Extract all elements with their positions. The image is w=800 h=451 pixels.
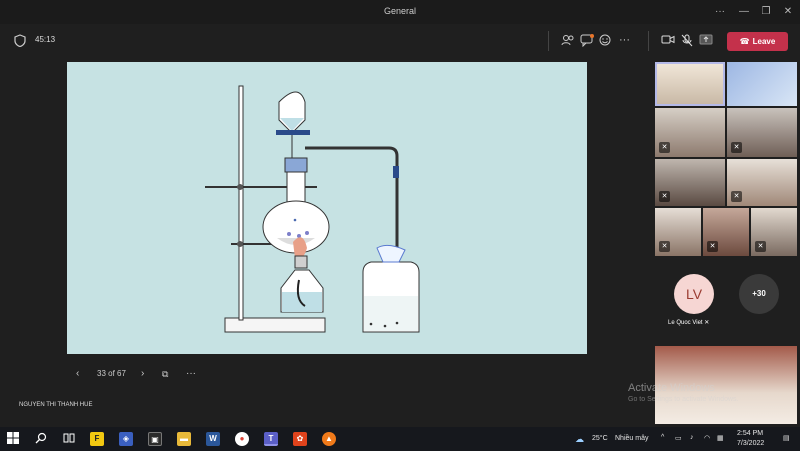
people-icon[interactable] — [561, 34, 575, 50]
muted-mic-icon: ✕ — [704, 320, 710, 326]
app-icon[interactable]: ▲ — [322, 432, 336, 446]
clock-date[interactable]: 7/3/2022 — [737, 440, 764, 447]
clock-time[interactable]: 2:54 PM — [737, 430, 763, 437]
close-icon[interactable]: ✕ — [781, 5, 795, 19]
teams-icon[interactable]: T — [264, 432, 278, 446]
participant-name: Le Quoc Viet ✕ — [668, 319, 709, 326]
video-tile[interactable]: ✕ — [655, 159, 725, 206]
window-title: General — [383, 6, 417, 16]
title-bar: General ··· — ❐ ✕ — [0, 0, 800, 24]
language-icon[interactable]: ▦ — [717, 434, 724, 442]
muted-mic-icon: ✕ — [731, 142, 742, 153]
leave-label: Leave — [752, 37, 776, 46]
next-slide-icon[interactable]: › — [141, 368, 144, 379]
video-tile[interactable]: ✕ — [655, 108, 725, 157]
maximize-icon[interactable]: ❐ — [759, 5, 773, 19]
camera-icon[interactable] — [661, 34, 675, 49]
slide-overview-icon[interactable]: ⧉ — [162, 369, 168, 380]
tray-chevron-icon[interactable]: ^ — [661, 434, 664, 441]
chat-icon[interactable] — [580, 34, 594, 51]
slide-counter: 33 of 67 — [97, 369, 126, 378]
reactions-icon[interactable] — [599, 34, 613, 51]
shared-slide — [67, 62, 587, 354]
toolbar-divider — [648, 31, 649, 51]
file-app-icon[interactable]: F — [90, 432, 104, 446]
weather-temp[interactable]: 25°C — [592, 435, 608, 442]
prev-slide-icon[interactable]: ‹ — [76, 368, 79, 379]
meeting-timer: 45:13 — [35, 35, 56, 44]
task-view-icon[interactable] — [62, 432, 76, 446]
weather-desc[interactable]: Nhiều mây — [615, 435, 648, 442]
chrome-icon[interactable]: ● — [235, 432, 249, 446]
participant-name-text: Le Quoc Viet — [668, 320, 703, 326]
muted-mic-icon: ✕ — [659, 241, 670, 252]
shield-icon — [14, 34, 26, 51]
video-tile[interactable] — [655, 62, 725, 106]
avatar[interactable]: LV — [674, 274, 714, 314]
leave-button[interactable]: ☎ Leave — [727, 32, 788, 51]
app-icon[interactable]: ◈ — [119, 432, 133, 446]
video-tile[interactable]: ✕ — [751, 208, 797, 256]
activation-watermark-title: Activate Windows — [628, 382, 715, 394]
video-tile[interactable]: ✕ — [655, 208, 701, 256]
windows-start-icon[interactable] — [6, 432, 20, 446]
mic-off-icon[interactable] — [681, 34, 693, 51]
meeting-toolbar: 45:13 ··· ☎ Leave — [0, 24, 800, 58]
search-icon[interactable] — [34, 432, 48, 446]
more-actions-icon[interactable]: ··· — [619, 33, 630, 47]
muted-mic-icon: ✕ — [707, 241, 718, 252]
activation-watermark-text: Go to Settings to activate Windows. — [628, 396, 739, 403]
more-participants-button[interactable]: +30 — [739, 274, 779, 314]
presenter-name: NGUYEN THI THANH HUE — [19, 402, 93, 408]
muted-mic-icon: ✕ — [755, 241, 766, 252]
volume-icon[interactable]: ♪ — [690, 434, 694, 441]
video-tile[interactable]: ✕ — [703, 208, 749, 256]
video-tile[interactable]: ✕ — [727, 159, 797, 206]
slide-more-icon[interactable]: ··· — [186, 368, 196, 379]
video-tile[interactable] — [727, 62, 797, 106]
more-icon[interactable]: ··· — [713, 5, 727, 19]
app-icon[interactable]: ✿ — [293, 432, 307, 446]
store-icon[interactable]: ▣ — [148, 432, 162, 446]
share-icon[interactable] — [699, 34, 713, 50]
word-icon[interactable]: W — [206, 432, 220, 446]
cloud-icon: ☁ — [575, 434, 584, 444]
muted-mic-icon: ✕ — [731, 191, 742, 202]
wifi-icon[interactable]: ◠ — [704, 434, 710, 442]
file-explorer-icon[interactable]: ▬ — [177, 432, 191, 446]
notifications-icon[interactable]: ▤ — [783, 434, 790, 442]
muted-mic-icon: ✕ — [659, 142, 670, 153]
windows-taskbar: F ◈ ▣ ▬ W ● T ✿ ▲ ☁ 25°C Nhiều mây ^ ▭ ♪… — [0, 427, 800, 451]
video-tile[interactable]: ✕ — [727, 108, 797, 157]
apparatus-diagram — [205, 85, 420, 333]
muted-mic-icon: ✕ — [659, 191, 670, 202]
toolbar-divider — [548, 31, 549, 51]
phone-hangup-icon: ☎ — [739, 37, 750, 46]
minimize-icon[interactable]: — — [737, 5, 751, 19]
network-icon[interactable]: ▭ — [675, 434, 682, 442]
